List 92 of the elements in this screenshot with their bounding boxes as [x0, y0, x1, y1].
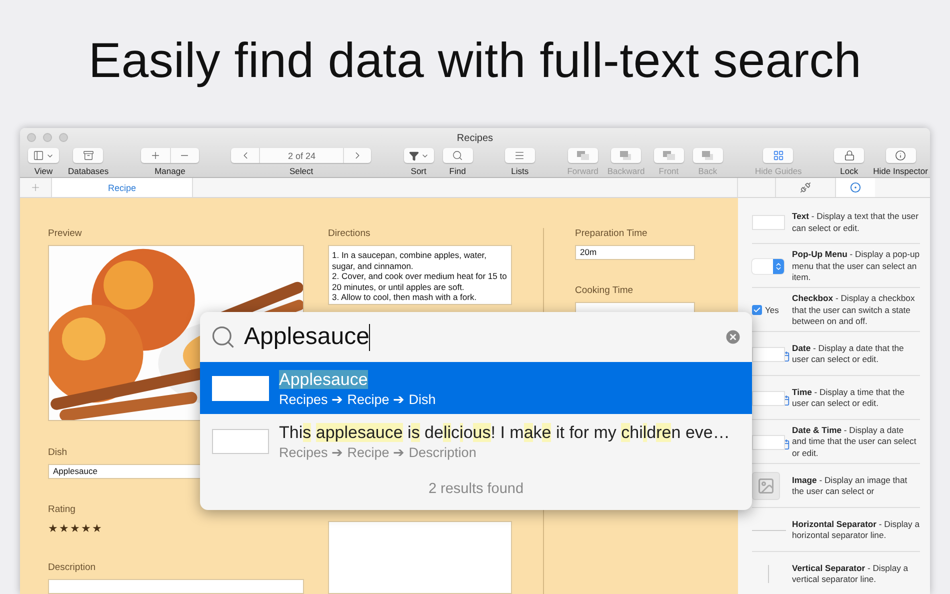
- result-path: Recipes ➔ Recipe ➔ Description: [279, 444, 478, 460]
- close-icon: [724, 328, 742, 346]
- toolbar-label: Sort: [410, 166, 426, 176]
- search-icon: [452, 150, 464, 161]
- result-title: Applesauce: [279, 370, 369, 390]
- funnel-icon: [408, 150, 419, 160]
- toolbar-label: Lock: [840, 166, 858, 176]
- result-thumbnail: [212, 376, 269, 400]
- preparation-time-field[interactable]: 20m: [575, 245, 695, 260]
- text-field-preview: [752, 215, 785, 230]
- element-description: Time - Display a time that the user can select or edit.: [792, 386, 906, 410]
- element-description: Image - Display an image that the user can select or: [792, 474, 908, 498]
- element-description: Date - Display a date that the user can select or edit.: [792, 342, 905, 366]
- search-result[interactable]: Applesauce Recipes ➔ Recipe ➔ Dish: [200, 362, 752, 414]
- element-description: Pop-Up Menu - Display a pop-up menu that the user can select an item.: [792, 249, 920, 284]
- sidebar-icon: [33, 150, 44, 161]
- field-label: Cooking Time: [575, 285, 634, 296]
- forward-button[interactable]: [568, 148, 598, 163]
- inspector-button[interactable]: [886, 148, 916, 163]
- toolbar-label: Manage: [154, 166, 186, 176]
- layers-icon: [662, 150, 676, 160]
- field-label: Rating: [48, 504, 76, 516]
- lock-icon: [844, 150, 855, 161]
- minimize-button[interactable]: [43, 133, 52, 142]
- window-title: Recipes: [456, 132, 494, 144]
- search-query[interactable]: Applesauce: [244, 323, 370, 351]
- star-icon[interactable]: ★: [59, 524, 69, 536]
- back-button[interactable]: [692, 148, 723, 163]
- zoom-button[interactable]: [59, 133, 68, 142]
- toolbar-label: Front: [658, 166, 679, 176]
- text-cursor: [369, 324, 370, 350]
- element-description: Text - Display a text that the user can select or edit.: [792, 211, 920, 234]
- vertical-separator-preview: [768, 565, 769, 583]
- layers-icon: [576, 150, 590, 160]
- element-description: Checkbox - Display a checkbox that the user can switch a state between on and off.: [792, 293, 916, 328]
- field-label: Preparation Time: [575, 228, 648, 239]
- layers-icon: [619, 150, 634, 160]
- toolbar-label: Hide Inspector: [873, 166, 928, 176]
- checkbox-label: Yes: [765, 305, 779, 316]
- sort-button[interactable]: [404, 148, 434, 163]
- field-label: Description: [48, 562, 97, 574]
- result-thumbnail: [212, 428, 269, 454]
- star-icon[interactable]: ★: [70, 524, 80, 536]
- toolbar-label: Select: [289, 166, 314, 176]
- lock-button[interactable]: [834, 148, 864, 163]
- search-button[interactable]: [442, 148, 473, 163]
- headline: Easily find data with full-text search: [88, 33, 862, 90]
- target-icon: [850, 182, 861, 193]
- plug-icon: [800, 182, 811, 193]
- toolbar-label: Back: [698, 166, 718, 176]
- toolbar-label: Hide Guides: [755, 166, 802, 176]
- grid-icon: [772, 150, 784, 161]
- element-description: Vertical Separator - Display a vertical separator line.: [792, 562, 910, 586]
- toolbar-label: Forward: [567, 166, 598, 176]
- result-path: Recipes ➔ Recipe ➔ Dish: [279, 390, 436, 406]
- star-icon[interactable]: ★: [92, 524, 102, 536]
- info-icon: [895, 150, 906, 161]
- backward-button[interactable]: [611, 148, 642, 163]
- element-description: Horizontal Separator - Display a horizontal separator line.: [792, 518, 920, 542]
- close-button[interactable]: [27, 133, 36, 142]
- stepper-icon: [774, 262, 783, 271]
- toolbar-label: View: [34, 166, 53, 176]
- description-field[interactable]: [48, 579, 304, 594]
- layers-icon: [700, 150, 715, 160]
- plus-icon: [30, 182, 41, 193]
- plus-icon: [150, 150, 161, 161]
- tab[interactable]: Recipe: [52, 178, 193, 197]
- field-label: Preview: [48, 228, 83, 239]
- star-icon[interactable]: ★: [81, 524, 91, 536]
- archive-icon: [82, 150, 94, 161]
- ingredients-field[interactable]: [328, 521, 512, 594]
- lists-button[interactable]: [504, 148, 535, 163]
- guides-button[interactable]: [763, 148, 794, 163]
- toolbar-label: Backward: [607, 166, 645, 176]
- list-icon: [514, 150, 526, 161]
- toolbar-label: Lists: [511, 166, 529, 176]
- databases-button[interactable]: [73, 148, 104, 163]
- directions-field[interactable]: 1. In a saucepan, combine apples, water, sugar, and cinnamon. 2. Cover, and cook over medium heat for 15 to 20 minutes, or until apples are soft. 3. Allow to cool, then mash with a fork.: [328, 245, 512, 305]
- search-icon: [210, 324, 236, 350]
- image-icon: [757, 477, 775, 495]
- inspector-tab[interactable]: [835, 178, 875, 197]
- result-title: This applesauce is delicious! I make it for my children eve…: [279, 422, 730, 442]
- result-count: 2 results found: [428, 481, 524, 497]
- element-description: Date & Time - Display a date and time that the user can select or edit.: [792, 424, 918, 460]
- toolbar-label: Databases: [68, 166, 109, 176]
- clear-button[interactable]: [724, 328, 742, 346]
- star-icon[interactable]: ★: [48, 524, 58, 536]
- front-button[interactable]: [654, 148, 684, 163]
- toolbar-label: Find: [449, 166, 466, 176]
- date-field-preview: [752, 390, 785, 406]
- field-label: Directions: [328, 228, 372, 239]
- view-button[interactable]: [28, 148, 59, 163]
